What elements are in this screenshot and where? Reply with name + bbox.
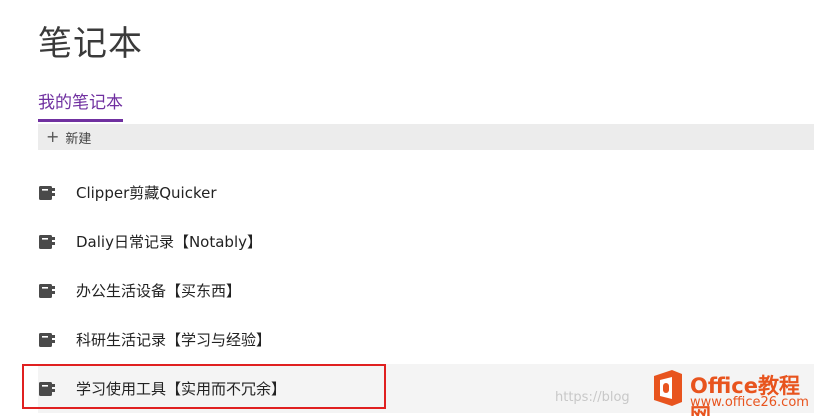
tab-my-notebooks[interactable]: 我的笔记本 xyxy=(38,88,123,122)
list-item[interactable]: Clipper剪藏Quicker xyxy=(38,168,814,217)
page-title: 笔记本 xyxy=(38,24,143,64)
office-logo-icon xyxy=(654,370,682,406)
notebook-name: Clipper剪藏Quicker xyxy=(76,184,217,202)
new-button-label: 新建 xyxy=(65,131,92,147)
watermark-url: https://blog xyxy=(555,390,630,405)
list-item[interactable]: 科研生活记录【学习与经验】 xyxy=(38,315,814,364)
watermark-domain: www.office26.com xyxy=(690,395,809,410)
list-item[interactable]: 办公生活设备【买东西】 xyxy=(38,266,814,315)
plus-icon: + xyxy=(46,127,60,146)
notebook-name: 办公生活设备【买东西】 xyxy=(76,282,242,300)
notebook-icon xyxy=(39,185,55,200)
notebooks-page: 笔记本 我的笔记本 + 新建 Clipper剪藏Quicker Daliy日常记… xyxy=(0,0,814,416)
toolbar: + 新建 xyxy=(38,124,814,150)
notebook-icon xyxy=(39,234,55,249)
notebook-name: 学习使用工具【实用而不冗余】 xyxy=(76,380,287,398)
notebook-icon xyxy=(39,381,55,396)
new-notebook-button[interactable]: + 新建 xyxy=(38,128,91,147)
list-item[interactable]: Daliy日常记录【Notably】 xyxy=(38,217,814,266)
notebook-icon xyxy=(39,332,55,347)
notebook-icon xyxy=(39,283,55,298)
notebook-name: Daliy日常记录【Notably】 xyxy=(76,233,262,251)
notebook-name: 科研生活记录【学习与经验】 xyxy=(76,331,272,349)
